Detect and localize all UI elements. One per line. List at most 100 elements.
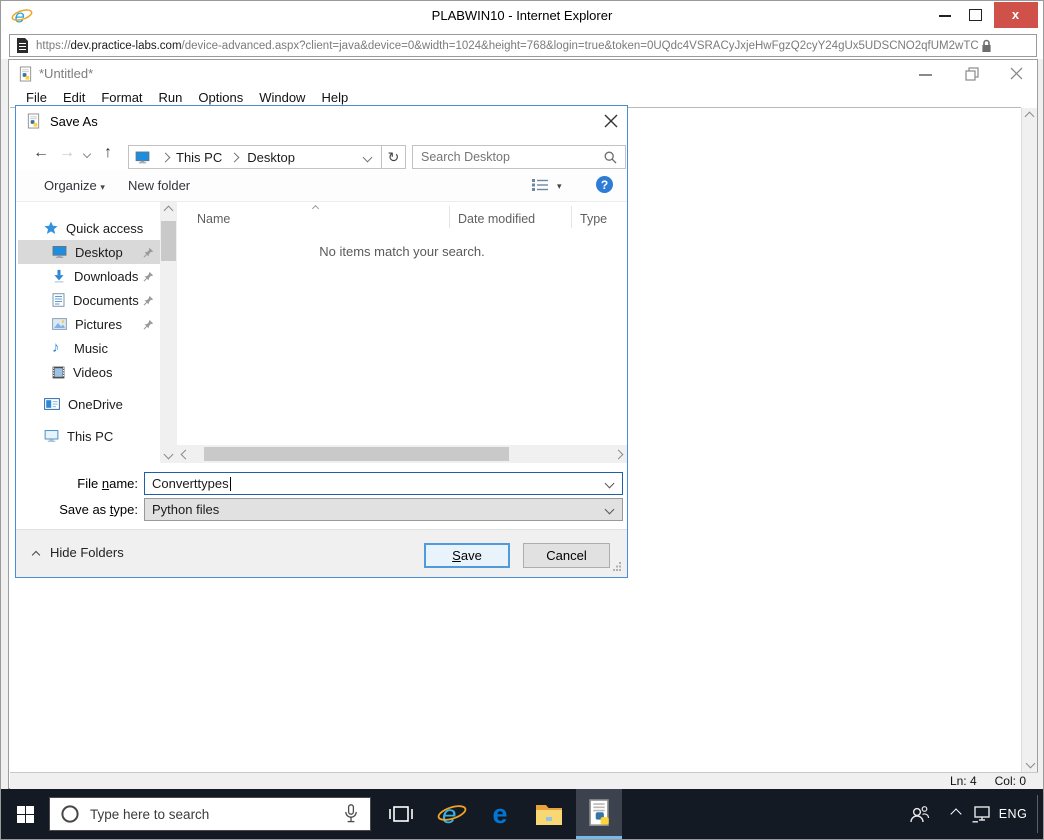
taskbar-python-button[interactable] (576, 789, 622, 839)
file-name-dropdown-chevron-icon[interactable] (604, 478, 615, 489)
save-as-type-value: Python files (152, 502, 220, 517)
sidebar-item-music[interactable]: ♪ Music (18, 336, 160, 360)
page-icon (16, 38, 29, 53)
scroll-up-icon[interactable] (160, 202, 177, 219)
sidebar-item-onedrive[interactable]: OneDrive (18, 392, 160, 416)
show-desktop-button[interactable] (1037, 795, 1038, 833)
scroll-up-icon[interactable] (1022, 108, 1037, 125)
scroll-down-icon[interactable] (160, 446, 177, 463)
idle-titlebar: *Untitled* (9, 60, 1037, 88)
type-dropdown-chevron-icon[interactable] (604, 504, 615, 515)
scrollbar-thumb[interactable] (161, 221, 176, 261)
svg-text:e: e (442, 799, 456, 829)
idle-restore-button[interactable] (965, 67, 979, 81)
help-icon[interactable]: ? (596, 176, 613, 193)
sidebar-item-downloads[interactable]: Downloads (18, 264, 160, 288)
pin-icon (143, 247, 154, 258)
ie-titlebar: e PLABWIN10 - Internet Explorer x (1, 1, 1043, 31)
url-text: https://dev.practice-labs.com/device-adv… (36, 39, 979, 52)
up-arrow-icon[interactable]: ↑ (104, 145, 112, 161)
editor-vscrollbar[interactable] (1021, 108, 1037, 772)
recent-locations-chevron-icon[interactable] (82, 149, 92, 159)
breadcrumb-chevron-icon (160, 152, 171, 162)
idle-statusbar: Ln: 4 Col: 0 (10, 772, 1038, 789)
microphone-icon[interactable] (344, 804, 358, 824)
chevron-up-icon (950, 808, 962, 820)
idle-close-button[interactable] (1010, 67, 1023, 80)
people-icon (910, 806, 930, 823)
show-hidden-icons-button[interactable] (943, 789, 969, 839)
address-dropdown-chevron-icon[interactable] (362, 152, 373, 162)
sort-ascending-icon (311, 204, 320, 213)
sidebar-item-videos[interactable]: Videos (18, 360, 160, 384)
file-list: Name Date modified Type No items match y… (177, 202, 627, 463)
organize-button[interactable]: Organize ▾ (44, 178, 105, 193)
maximize-button[interactable] (969, 9, 982, 21)
language-indicator[interactable]: ENG (996, 789, 1030, 839)
column-header-date-modified[interactable]: Date modified (458, 212, 535, 226)
task-view-button[interactable] (382, 789, 420, 839)
scrollbar-thumb[interactable] (204, 447, 509, 461)
view-dropdown-chevron-icon[interactable]: ▾ (557, 181, 562, 192)
status-col: Col: 0 (994, 774, 1026, 788)
dialog-bottom-bar: Hide Folders Save Cancel (16, 529, 627, 577)
view-list-icon[interactable] (532, 178, 548, 192)
back-arrow-icon[interactable]: ← (33, 145, 49, 161)
search-box[interactable] (412, 145, 626, 169)
breadcrumb-this-pc[interactable]: This PC (176, 150, 222, 165)
screen: e PLABWIN10 - Internet Explorer x https:… (0, 0, 1044, 840)
save-button[interactable]: Save (424, 543, 510, 568)
file-name-input[interactable]: Converttypes (144, 472, 623, 495)
resize-grip[interactable] (613, 562, 622, 571)
refresh-icon: ↻ (387, 148, 400, 165)
url-field[interactable]: https://dev.practice-labs.com/device-adv… (9, 34, 1037, 57)
film-icon (52, 366, 65, 379)
network-icon (972, 806, 990, 823)
sidebar-item-this-pc[interactable]: This PC (18, 424, 160, 448)
taskbar-ie-button[interactable]: e (431, 789, 473, 839)
new-folder-button[interactable]: New folder (128, 178, 190, 193)
hide-folders-button[interactable]: Hide Folders (50, 545, 124, 560)
pin-icon (143, 295, 154, 306)
column-header-type[interactable]: Type (580, 212, 607, 226)
taskbar-edge-button[interactable]: e (479, 789, 521, 839)
computer-icon (44, 429, 59, 443)
scroll-down-icon[interactable] (1022, 755, 1038, 772)
save-as-type-label: Save as type: (59, 502, 138, 517)
taskbar: Type here to search e e ENG (1, 789, 1043, 839)
people-button[interactable] (901, 789, 937, 839)
sidebar-item-desktop[interactable]: Desktop (18, 240, 160, 264)
file-list-hscrollbar[interactable] (177, 445, 627, 463)
search-input[interactable] (413, 150, 604, 164)
search-icon[interactable] (604, 151, 617, 164)
idle-minimize-button[interactable] (919, 74, 932, 76)
scroll-right-icon[interactable] (610, 445, 627, 463)
close-button[interactable]: x (993, 2, 1038, 28)
cortana-icon (60, 804, 80, 824)
cancel-button[interactable]: Cancel (523, 543, 610, 568)
task-view-icon (389, 806, 413, 822)
dialog-close-icon[interactable] (604, 114, 618, 128)
column-divider[interactable] (449, 206, 450, 228)
sidebar-item-pictures[interactable]: Pictures (18, 312, 160, 336)
refresh-button[interactable]: ↻ (382, 145, 406, 169)
column-header-name[interactable]: Name (197, 212, 230, 226)
taskbar-file-explorer-button[interactable] (528, 789, 570, 839)
taskbar-search-box[interactable]: Type here to search (49, 797, 371, 831)
column-divider[interactable] (571, 206, 572, 228)
breadcrumb-desktop[interactable]: Desktop (247, 150, 295, 165)
edge-icon: e (492, 798, 508, 829)
network-button[interactable] (967, 789, 997, 839)
column-headers: Name Date modified Type (177, 202, 627, 230)
start-button[interactable] (1, 789, 49, 839)
save-as-type-select[interactable]: Python files (144, 498, 623, 521)
minimize-button[interactable] (939, 15, 951, 17)
forward-arrow-icon[interactable]: → (59, 145, 75, 161)
scroll-left-icon[interactable] (177, 445, 194, 463)
dialog-toolbar: Organize ▾ New folder ▾ ? (16, 170, 627, 202)
sidebar-item-quick-access[interactable]: Quick access (18, 216, 160, 240)
sidebar-item-documents[interactable]: Documents (18, 288, 160, 312)
python-file-icon (589, 798, 609, 826)
sidebar-vscrollbar[interactable] (160, 202, 177, 463)
address-bar[interactable]: This PC Desktop (128, 145, 382, 169)
